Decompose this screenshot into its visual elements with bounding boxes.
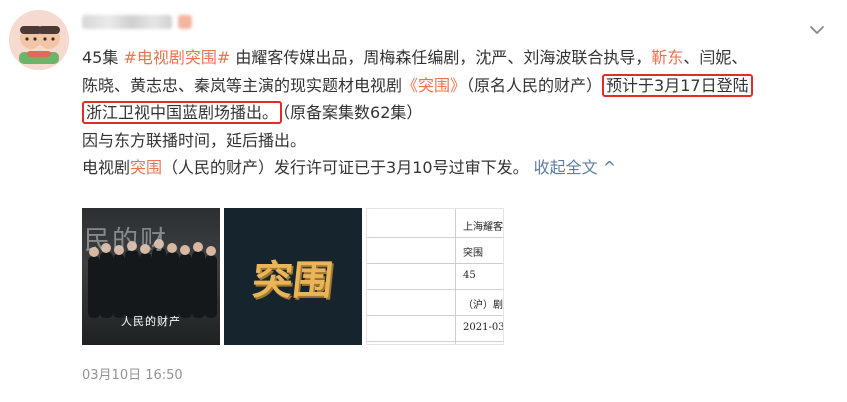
post-line: 浙江卫视中国蓝剧场播出。 （原备案集数62集） [82, 99, 832, 127]
post-text-segment: （原备案集数62集） [282, 103, 423, 122]
poster-background-text: 民的财 [84, 226, 169, 256]
chevron-down-icon[interactable] [809, 22, 825, 38]
document-row: （沪）剧 [367, 289, 503, 316]
document-row: 上海耀客 [367, 211, 503, 238]
post-line: 陈晓、黄志忠、秦岚等主演的现实题材电视剧《突围》（原名人民的财产） 预计于3月17… [82, 72, 832, 100]
username-obscured [82, 15, 172, 29]
username-badge-obscured [178, 15, 192, 29]
post-text-segment: （人民的财产）发行许可证已于3月10号过审下发。 [162, 158, 529, 177]
post-text-segment: 、闫妮、 [683, 48, 748, 67]
document-cell: 突围 [463, 248, 483, 259]
highlight-box: 预计于3月17日登陆 [602, 73, 753, 97]
logo-text: 突围 [250, 256, 336, 304]
post-line: 因与东方联播时间，延后播出。 [82, 127, 832, 155]
document-thumbnail[interactable]: 上海耀客突围 45 （沪）剧 2021-03- [366, 208, 504, 345]
document-row: 45 [367, 263, 503, 290]
document-cell: 2021-03- [463, 322, 504, 333]
keyword-link[interactable]: 突围 [130, 158, 162, 177]
timestamp[interactable]: 03月10日 16:50 [82, 364, 183, 383]
post-text-segment: 陈晓、黄志忠、秦岚等主演的现实题材电视剧 [82, 75, 403, 95]
username[interactable] [82, 12, 192, 32]
document-row: 突围 [367, 237, 503, 264]
post-text-segment: 电视剧 [82, 158, 131, 177]
document-cell: 45 [463, 270, 476, 281]
post-text: 45集 #电视剧突围# 由耀客传媒出品，周梅森任编剧，沈严、刘海波联合执导，靳东… [82, 44, 832, 182]
post-text-segment: 因与东方联播时间，延后播出。 [82, 130, 307, 150]
poster-title: 人民的财产 [121, 315, 181, 328]
post-line: 电视剧突围（人民的财产）发行许可证已于3月10号过审下发。 收起全文 ^ [82, 154, 832, 182]
image-grid: 民的财 人民的财产 突围 上海耀客突围 45 （沪）剧 2021-03- [82, 208, 504, 345]
document-cell: （沪）剧 [463, 300, 503, 311]
document-cell: 上海耀客 [463, 222, 503, 233]
post-line: 45集 #电视剧突围# 由耀客传媒出品，周梅森任编剧，沈严、刘海波联合执导，靳东… [82, 44, 832, 72]
post-text-segment: 45集 [82, 48, 124, 67]
poster-thumbnail[interactable]: 民的财 人民的财产 [82, 208, 220, 345]
highlight-box: 浙江卫视中国蓝剧场播出。 [82, 101, 283, 124]
document-row: 2021-03- [367, 315, 503, 342]
keyword-link[interactable]: 靳东 [651, 48, 683, 67]
topic-link[interactable]: #电视剧突围# [123, 48, 230, 67]
post-text-segment: 由耀客传媒出品，周梅森任编剧，沈严、刘海波联合执导， [230, 48, 652, 67]
topic-link[interactable]: 《突围》 [402, 76, 466, 95]
logo-thumbnail[interactable]: 突围 [224, 208, 362, 345]
avatar[interactable] [9, 10, 69, 70]
chevron-up-icon[interactable]: ^ [598, 158, 616, 177]
post-text-segment: （原名人民的财产） [466, 75, 603, 95]
collapse-button[interactable]: 收起全文 [529, 158, 598, 177]
